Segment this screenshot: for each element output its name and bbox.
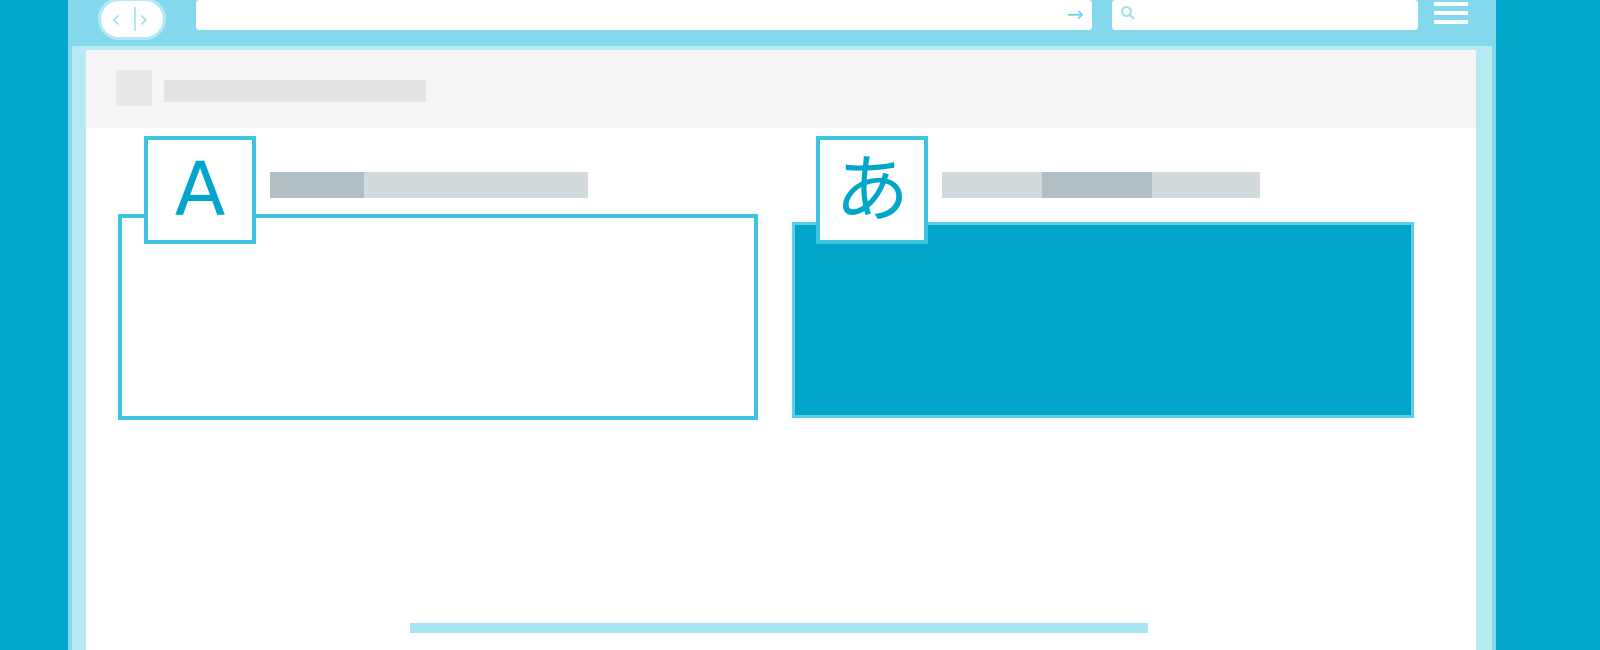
target-glyph: あ — [835, 147, 909, 233]
bottom-bar — [410, 623, 1148, 633]
target-text-panel[interactable] — [792, 222, 1414, 418]
logo-placeholder — [116, 70, 152, 106]
browser-window: ‹ › → A あ — [68, 0, 1496, 650]
hamburger-menu-icon[interactable] — [1434, 2, 1468, 28]
target-language-icon: あ — [816, 136, 928, 244]
source-language-label — [270, 172, 588, 198]
chevron-left-icon[interactable]: ‹ — [111, 5, 121, 33]
nav-divider — [134, 7, 136, 31]
arrow-right-icon[interactable]: → — [1067, 2, 1084, 26]
source-text-panel[interactable] — [118, 214, 758, 420]
address-bar[interactable]: → — [196, 0, 1092, 30]
search-input[interactable] — [1112, 0, 1418, 30]
search-icon — [1121, 6, 1135, 20]
page-content: A あ — [86, 50, 1476, 650]
target-language-label — [942, 172, 1260, 198]
chevron-right-icon[interactable]: › — [139, 5, 149, 33]
browser-toolbar: ‹ › → — [72, 0, 1492, 46]
page-title — [164, 80, 426, 102]
nav-buttons: ‹ › — [98, 0, 166, 40]
page-header — [86, 50, 1476, 128]
source-glyph: A — [174, 147, 226, 233]
source-language-icon: A — [144, 136, 256, 244]
